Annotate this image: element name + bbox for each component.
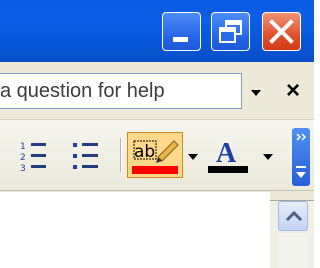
highlight-dropdown[interactable] (186, 146, 200, 166)
toolbar-overflow-icon (296, 133, 307, 178)
font-color-icon: A (208, 138, 248, 173)
ask-question-dropdown[interactable] (246, 76, 266, 106)
toolbar-options-button[interactable] (292, 128, 310, 186)
vertical-scrollbar[interactable] (270, 191, 314, 268)
formatting-toolbar: 1 2 3 ab A (0, 119, 314, 191)
toolbar-separator (120, 138, 122, 172)
scroll-up-button[interactable] (278, 201, 308, 231)
highlight-button[interactable]: ab (127, 132, 183, 178)
close-icon (269, 19, 294, 44)
bullets-button[interactable] (70, 138, 110, 176)
menu-bar: a question for help × (0, 62, 314, 119)
chevron-down-icon (188, 154, 198, 160)
font-color-dropdown[interactable] (260, 146, 276, 166)
split-box[interactable] (270, 191, 314, 201)
ask-question-text: a question for help (0, 80, 165, 102)
svg-text:A: A (216, 138, 237, 169)
document-area[interactable] (0, 191, 270, 268)
restore-icon (219, 20, 242, 43)
numbered-list-icon: 1 2 3 (20, 142, 46, 174)
chevron-down-icon (251, 90, 261, 96)
font-color-button[interactable]: A (206, 132, 256, 178)
chevron-up-icon (285, 210, 303, 222)
svg-text:1: 1 (20, 142, 26, 152)
minimize-icon (173, 37, 188, 42)
minimize-button[interactable] (162, 12, 201, 51)
restore-button[interactable] (211, 12, 250, 51)
scroll-track[interactable] (278, 233, 308, 268)
highlighter-icon: ab (132, 140, 179, 174)
close-button[interactable] (262, 12, 301, 51)
close-document-button[interactable]: × (278, 74, 308, 108)
svg-text:3: 3 (20, 164, 26, 174)
bulleted-list-icon (73, 143, 98, 169)
numbering-button[interactable]: 1 2 3 (18, 138, 58, 176)
ask-question-input[interactable]: a question for help (0, 73, 242, 109)
chevron-down-icon (263, 154, 273, 160)
svg-text:2: 2 (20, 153, 26, 163)
title-bar (0, 0, 314, 62)
